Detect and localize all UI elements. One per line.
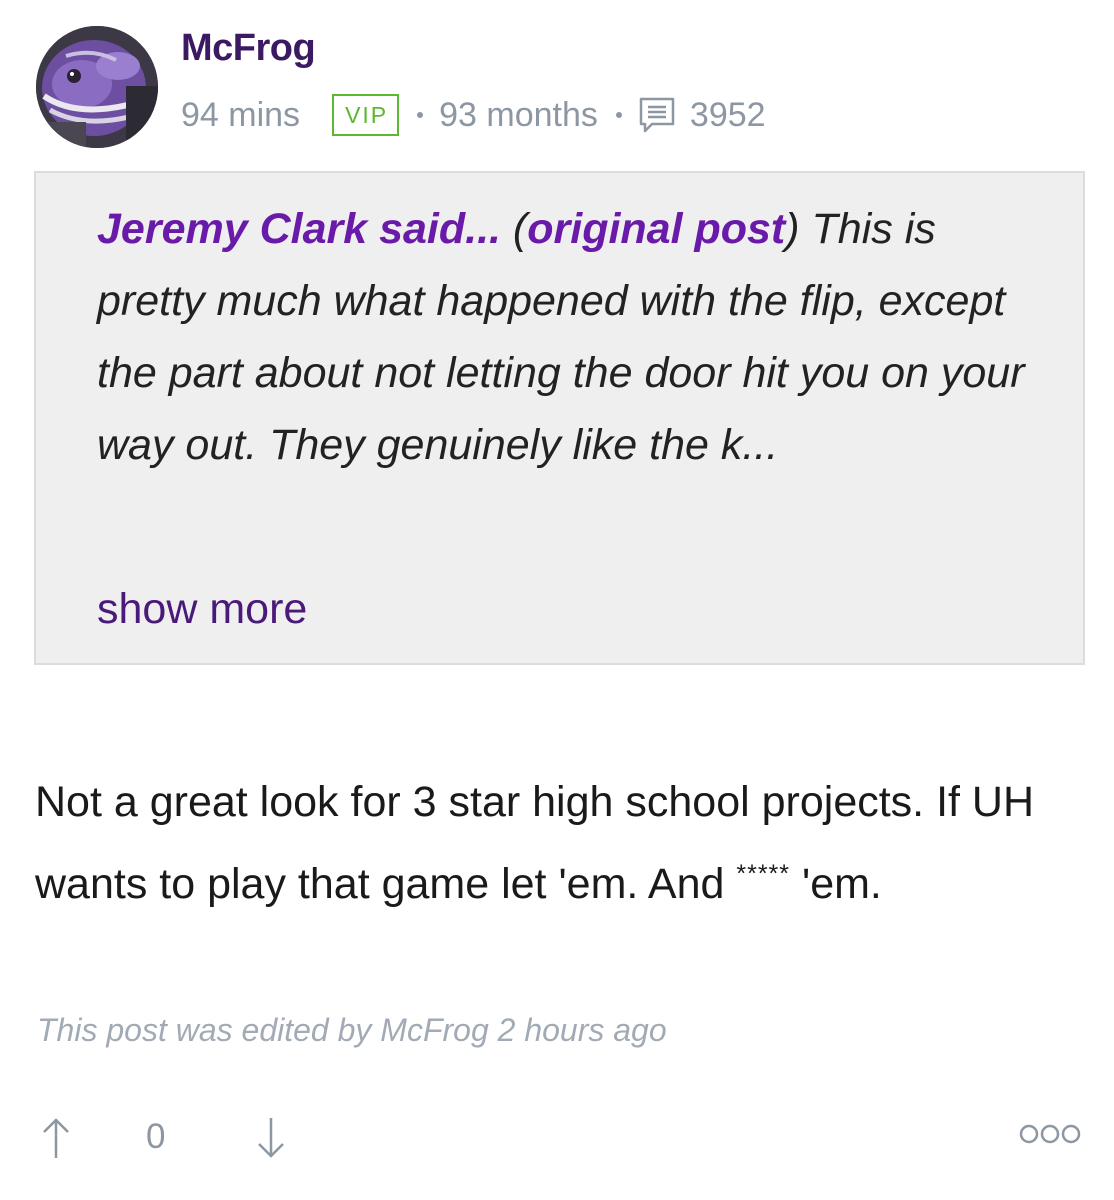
arrow-up-icon — [43, 1118, 69, 1158]
author-meta: 94 mins VIP 93 months 3952 — [181, 90, 766, 140]
censored-word: ***** — [736, 860, 791, 888]
vip-badge: VIP — [332, 94, 400, 136]
upvote-button[interactable] — [38, 1116, 74, 1160]
separator-dot — [417, 112, 424, 118]
last-seen: 94 mins — [181, 95, 301, 134]
more-options-icon — [1019, 1124, 1081, 1144]
quote-author[interactable]: Jeremy Clark said... — [97, 205, 501, 253]
quote-open-paren: ( — [500, 205, 528, 253]
member-tenure: 93 months — [439, 95, 598, 134]
quote-close-paren: ) — [785, 205, 800, 253]
separator-dot — [615, 112, 622, 118]
original-post-link[interactable]: original post — [527, 205, 785, 253]
quoted-post: Jeremy Clark said... (original post) Thi… — [34, 171, 1085, 665]
post-body-text-end: 'em. — [790, 860, 882, 908]
post-body-text: Not a great look for 3 star high school … — [35, 778, 1035, 908]
downvote-button[interactable] — [253, 1116, 289, 1160]
post-body: Not a great look for 3 star high school … — [35, 766, 1095, 920]
arrow-down-icon — [258, 1118, 284, 1158]
posts-count-icon — [638, 96, 676, 134]
more-options-button[interactable] — [1018, 1122, 1082, 1146]
username[interactable]: McFrog — [181, 27, 316, 70]
forum-post: McFrog 94 mins VIP 93 months 3952 Jeremy… — [0, 0, 1114, 1200]
vote-count: 0 — [146, 1117, 166, 1156]
avatar[interactable] — [36, 26, 158, 148]
show-more-link[interactable]: show more — [97, 585, 307, 634]
post-count: 3952 — [689, 95, 766, 134]
quote-text: Jeremy Clark said... (original post) Thi… — [97, 193, 1027, 481]
edited-note: This post was edited by McFrog 2 hours a… — [37, 1012, 667, 1048]
